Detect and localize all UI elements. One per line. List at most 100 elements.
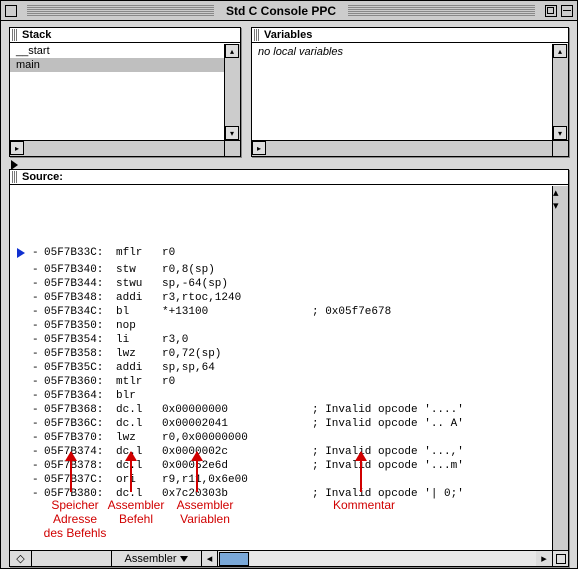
- grip-icon: [12, 171, 18, 183]
- scroll-corner: [224, 140, 240, 156]
- scroll-left-button[interactable]: ◂: [202, 551, 218, 566]
- window-titlebar[interactable]: Std C Console PPC: [1, 1, 577, 21]
- disasm-line[interactable]: -05F7B374:dc.l0x0000002c; Invalid opcode…: [10, 445, 552, 459]
- disasm-line[interactable]: -05F7B358:lwzr0,72(sp): [10, 347, 552, 361]
- breakpoint-dash[interactable]: -: [32, 375, 44, 389]
- operands-cell: r0,0x00000000: [162, 431, 312, 445]
- breakpoint-dash[interactable]: -: [32, 291, 44, 305]
- gutter[interactable]: [10, 333, 32, 347]
- breakpoint-dash[interactable]: -: [32, 417, 44, 431]
- view-mode-popup[interactable]: Assembler: [112, 551, 202, 566]
- addr-cell: 05F7B34C:: [44, 305, 116, 319]
- scroll-right-button[interactable]: ▸: [536, 551, 552, 566]
- breakpoint-dash[interactable]: -: [32, 333, 44, 347]
- gutter[interactable]: [10, 277, 32, 291]
- breakpoint-dash[interactable]: -: [32, 473, 44, 487]
- mnemonic-cell: blr: [116, 389, 162, 403]
- window-title: Std C Console PPC: [220, 4, 342, 18]
- gutter[interactable]: [10, 305, 32, 319]
- stack-item[interactable]: __start: [10, 44, 224, 58]
- stack-scrollbar-v[interactable]: ▴ ▾: [224, 44, 240, 140]
- gutter[interactable]: [10, 417, 32, 431]
- scroll-up-icon[interactable]: ▴: [553, 186, 568, 199]
- grip-icon: [254, 29, 260, 41]
- disasm-line[interactable]: -05F7B340:stwr0,8(sp): [10, 263, 552, 277]
- gutter[interactable]: [10, 459, 32, 473]
- scroll-up-icon[interactable]: ▴: [553, 44, 567, 58]
- scroll-right-icon[interactable]: ▸: [10, 141, 24, 155]
- disasm-line[interactable]: -05F7B344:stwusp,-64(sp): [10, 277, 552, 291]
- close-box-icon[interactable]: [5, 5, 17, 17]
- scroll-thumb[interactable]: [219, 552, 249, 566]
- gutter[interactable]: [10, 431, 32, 445]
- gutter[interactable]: [10, 403, 32, 417]
- comment-cell: ; Invalid opcode '....': [312, 403, 464, 417]
- gutter[interactable]: [10, 291, 32, 305]
- gutter[interactable]: [10, 263, 32, 277]
- disasm-line[interactable]: -05F7B348:addir3,rtoc,1240: [10, 291, 552, 305]
- breakpoint-dash[interactable]: -: [32, 459, 44, 473]
- collapse-box-icon[interactable]: [561, 5, 573, 17]
- stack-list[interactable]: __startmain: [10, 44, 224, 140]
- grow-box-icon[interactable]: [552, 550, 568, 566]
- disasm-line[interactable]: -05F7B354:lir3,0: [10, 333, 552, 347]
- scroll-down-icon[interactable]: ▾: [553, 126, 567, 140]
- source-scrollbar-v[interactable]: ▴ ▾: [552, 186, 568, 550]
- breakpoint-dash[interactable]: -: [32, 445, 44, 459]
- zoom-box-icon[interactable]: [545, 5, 557, 17]
- operands-cell: sp,-64(sp): [162, 277, 312, 291]
- breakpoint-dash[interactable]: -: [32, 263, 44, 277]
- disassembly-view[interactable]: -05F7B33C:mflrr0-05F7B340:stwr0,8(sp)-05…: [10, 186, 552, 550]
- disasm-line[interactable]: -05F7B37C:orir9,r11,0x6e00: [10, 473, 552, 487]
- line-number-box[interactable]: ◇: [10, 551, 32, 566]
- scroll-up-icon[interactable]: ▴: [225, 44, 239, 58]
- vars-scrollbar-v[interactable]: ▴ ▾: [552, 44, 568, 140]
- disasm-line[interactable]: -05F7B364:blr: [10, 389, 552, 403]
- stack-item[interactable]: main: [10, 58, 224, 72]
- gutter[interactable]: [10, 361, 32, 375]
- gutter[interactable]: [10, 487, 32, 501]
- disasm-line[interactable]: -05F7B368:dc.l0x00000000; Invalid opcode…: [10, 403, 552, 417]
- gutter[interactable]: [10, 445, 32, 459]
- breakpoint-dash[interactable]: -: [32, 305, 44, 319]
- disasm-line[interactable]: -05F7B370:lwzr0,0x00000000: [10, 431, 552, 445]
- disasm-line[interactable]: -05F7B34C:bl*+13100; 0x05f7e678: [10, 305, 552, 319]
- mnemonic-cell: mflr: [116, 246, 162, 263]
- addr-cell: 05F7B350:: [44, 319, 116, 333]
- disasm-line[interactable]: -05F7B33C:mflrr0: [10, 246, 552, 263]
- disasm-line[interactable]: -05F7B350:nop: [10, 319, 552, 333]
- variables-body[interactable]: no local variables: [252, 44, 552, 140]
- gutter[interactable]: [10, 246, 32, 263]
- scroll-down-icon[interactable]: ▾: [225, 126, 239, 140]
- annotation-arrow: [70, 452, 72, 492]
- disasm-line[interactable]: -05F7B36C:dc.l0x00002041; Invalid opcode…: [10, 417, 552, 431]
- scroll-right-icon[interactable]: ▸: [252, 141, 266, 155]
- breakpoint-dash[interactable]: -: [32, 361, 44, 375]
- gutter[interactable]: [10, 347, 32, 361]
- breakpoint-dash[interactable]: -: [32, 403, 44, 417]
- view-mode-label: Assembler: [125, 553, 177, 565]
- scroll-track[interactable]: [250, 551, 536, 566]
- breakpoint-dash[interactable]: -: [32, 319, 44, 333]
- gutter[interactable]: [10, 319, 32, 333]
- mnemonic-cell: dc.l: [116, 459, 162, 473]
- gutter[interactable]: [10, 473, 32, 487]
- gutter[interactable]: [10, 389, 32, 403]
- disasm-line[interactable]: -05F7B35C:addisp,sp,64: [10, 361, 552, 375]
- breakpoint-dash[interactable]: -: [32, 246, 44, 263]
- breakpoint-dash[interactable]: -: [32, 347, 44, 361]
- stack-scrollbar-h[interactable]: ◂ ▸: [10, 140, 224, 156]
- mnemonic-cell: addi: [116, 361, 162, 375]
- annotation-arrow: [360, 452, 362, 492]
- vars-scrollbar-h[interactable]: ◂ ▸: [252, 140, 552, 156]
- mnemonic-cell: mtlr: [116, 375, 162, 389]
- scroll-down-icon[interactable]: ▾: [553, 199, 568, 212]
- breakpoint-dash[interactable]: -: [32, 431, 44, 445]
- disasm-line[interactable]: -05F7B378:dc.l0x00052e6d; Invalid opcode…: [10, 459, 552, 473]
- gutter[interactable]: [10, 375, 32, 389]
- addr-cell: 05F7B374:: [44, 445, 116, 459]
- disasm-line[interactable]: -05F7B360:mtlrr0: [10, 375, 552, 389]
- breakpoint-dash[interactable]: -: [32, 277, 44, 291]
- breakpoint-dash[interactable]: -: [32, 389, 44, 403]
- function-popup[interactable]: [32, 551, 112, 566]
